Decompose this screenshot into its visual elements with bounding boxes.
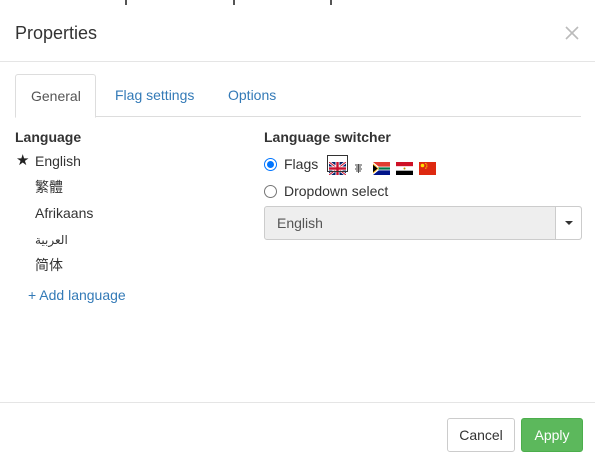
dropdown-option-label: Dropdown select xyxy=(284,183,389,199)
language-heading: Language xyxy=(15,129,82,145)
language-item-arabic[interactable]: العربية xyxy=(15,226,245,252)
caret-down-icon xyxy=(565,221,573,225)
language-switcher-heading: Language switcher xyxy=(264,129,391,145)
language-item-simplified-chinese[interactable]: 简体 xyxy=(15,252,245,278)
close-icon[interactable] xyxy=(562,23,582,43)
tab-flag-settings[interactable]: Flag settings xyxy=(100,74,209,117)
dropdown-toggle[interactable] xyxy=(555,207,581,239)
tab-general[interactable]: General xyxy=(15,74,96,118)
dropdown-radio[interactable] xyxy=(264,185,277,198)
dropdown-selected-value: English xyxy=(277,215,323,231)
language-label: 简体 xyxy=(35,257,63,273)
south-africa-flag-icon[interactable] xyxy=(373,157,390,175)
language-section: Language ★ English 繁體 Afrikaans العربية … xyxy=(15,128,245,306)
dialog-footer: Cancel Apply xyxy=(0,402,595,465)
language-item-traditional-chinese[interactable]: 繁體 xyxy=(15,174,245,200)
language-label: العربية xyxy=(35,233,68,247)
language-item-english[interactable]: ★ English xyxy=(15,148,245,174)
egypt-flag-icon[interactable] xyxy=(396,157,413,175)
uk-flag-icon[interactable] xyxy=(327,155,348,177)
apply-button[interactable]: Apply xyxy=(521,418,583,452)
china-flag-icon[interactable] xyxy=(419,157,436,175)
tab-bar: General Flag settings Options xyxy=(15,74,581,118)
cancel-button[interactable]: Cancel xyxy=(447,418,515,452)
properties-dialog: Properties General Flag settings Options… xyxy=(0,0,595,465)
add-language-link[interactable]: + Add language xyxy=(15,284,245,306)
switcher-option-dropdown[interactable]: Dropdown select xyxy=(264,178,582,204)
language-switcher-section: Language switcher Flags Dropdown select … xyxy=(264,128,582,240)
language-label: Afrikaans xyxy=(35,205,94,221)
language-item-afrikaans[interactable]: Afrikaans xyxy=(15,200,245,226)
flags-option-label: Flags xyxy=(284,156,319,172)
language-dropdown-select[interactable]: English xyxy=(264,206,582,240)
language-label: English xyxy=(35,153,81,169)
language-label: 繁體 xyxy=(35,179,63,195)
tab-options[interactable]: Options xyxy=(213,74,291,117)
default-star-icon: ★ xyxy=(16,152,30,169)
switcher-option-flags[interactable]: Flags xyxy=(264,151,582,177)
traditional-chinese-flag-icon[interactable] xyxy=(352,157,365,174)
flags-radio[interactable] xyxy=(264,158,277,171)
dialog-title: Properties xyxy=(15,23,98,43)
dialog-header: Properties xyxy=(0,6,595,62)
